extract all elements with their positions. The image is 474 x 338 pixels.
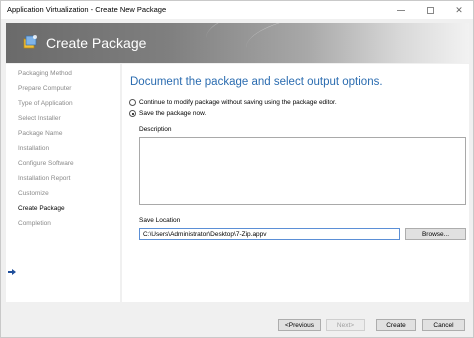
step-customize: Customize bbox=[18, 190, 49, 197]
maximize-button[interactable] bbox=[416, 1, 444, 19]
next-button[interactable]: Next> bbox=[326, 319, 365, 331]
package-icon bbox=[23, 35, 37, 49]
continue-radio-label: Continue to modify package without savin… bbox=[139, 99, 337, 106]
step-create-package: Create Package bbox=[18, 205, 65, 212]
current-step-arrow-icon bbox=[8, 269, 16, 275]
main-panel: Document the package and select output o… bbox=[122, 64, 469, 302]
close-button[interactable]: ✕ bbox=[445, 1, 473, 19]
save-radio[interactable] bbox=[129, 110, 136, 117]
title-bar: Application Virtualization - Create New … bbox=[1, 1, 473, 19]
header-banner: Create Package bbox=[6, 23, 469, 63]
description-label: Description bbox=[139, 126, 172, 133]
window-title: Application Virtualization - Create New … bbox=[7, 5, 167, 14]
step-installation: Installation bbox=[18, 145, 50, 152]
step-package-name: Package Name bbox=[18, 130, 63, 137]
maximize-icon bbox=[426, 6, 434, 14]
previous-button[interactable]: <Previous bbox=[278, 319, 321, 331]
step-select-installer: Select Installer bbox=[18, 115, 61, 122]
continue-radio[interactable] bbox=[129, 99, 136, 106]
step-installation-report: Installation Report bbox=[18, 175, 71, 182]
description-textarea[interactable] bbox=[139, 137, 466, 205]
minimize-icon bbox=[397, 9, 405, 11]
option-continue[interactable]: Continue to modify package without savin… bbox=[129, 99, 337, 106]
save-location-input[interactable]: C:\Users\Administrator\Desktop\7-Zip.app… bbox=[139, 228, 400, 240]
close-icon: ✕ bbox=[455, 4, 463, 15]
cancel-button[interactable]: Cancel bbox=[422, 319, 465, 331]
save-location-label: Save Location bbox=[139, 217, 181, 224]
save-radio-label: Save the package now. bbox=[139, 110, 207, 117]
page-heading: Document the package and select output o… bbox=[130, 76, 383, 88]
create-button[interactable]: Create bbox=[376, 319, 416, 331]
option-save[interactable]: Save the package now. bbox=[129, 110, 206, 117]
wizard-steps: Packaging Method Prepare Computer Type o… bbox=[6, 64, 120, 302]
app-window: Application Virtualization - Create New … bbox=[0, 0, 474, 338]
minimize-button[interactable] bbox=[387, 1, 415, 19]
browse-button[interactable]: Browse... bbox=[405, 228, 466, 240]
step-packaging-method: Packaging Method bbox=[18, 70, 72, 77]
step-completion: Completion bbox=[18, 220, 51, 227]
banner-title: Create Package bbox=[46, 35, 147, 51]
step-prepare-computer: Prepare Computer bbox=[18, 85, 72, 92]
step-type-of-application: Type of Application bbox=[18, 100, 73, 107]
step-configure-software: Configure Software bbox=[18, 160, 74, 167]
